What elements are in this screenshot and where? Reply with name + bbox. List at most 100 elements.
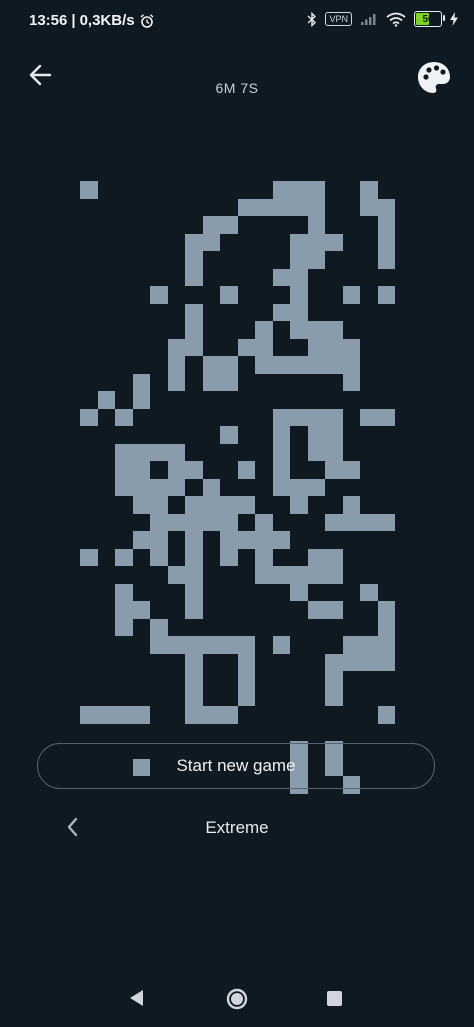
- board-cell[interactable]: [237, 653, 255, 671]
- board-cell[interactable]: [325, 461, 343, 479]
- board-cell[interactable]: [97, 706, 115, 724]
- board-cell[interactable]: [342, 636, 360, 654]
- board-cell[interactable]: [167, 636, 185, 654]
- board-cell[interactable]: [325, 548, 343, 566]
- board-cell[interactable]: [185, 251, 203, 269]
- board-cell[interactable]: [150, 443, 168, 461]
- board-cell[interactable]: [342, 373, 360, 391]
- board-cell[interactable]: [202, 706, 220, 724]
- board-cell[interactable]: [360, 653, 378, 671]
- board-cell[interactable]: [115, 583, 133, 601]
- board-cell[interactable]: [132, 531, 150, 549]
- board-cell[interactable]: [202, 356, 220, 374]
- board-cell[interactable]: [202, 233, 220, 251]
- board-cell[interactable]: [272, 181, 290, 199]
- board-cell[interactable]: [150, 496, 168, 514]
- board-cell[interactable]: [255, 548, 273, 566]
- board-cell[interactable]: [237, 688, 255, 706]
- board-cell[interactable]: [325, 688, 343, 706]
- start-new-game-button[interactable]: Start new game: [37, 743, 435, 789]
- board-cell[interactable]: [150, 513, 168, 531]
- board-cell[interactable]: [185, 548, 203, 566]
- board-cell[interactable]: [377, 653, 395, 671]
- board-cell[interactable]: [185, 601, 203, 619]
- board-cell[interactable]: [290, 286, 308, 304]
- board-cell[interactable]: [272, 198, 290, 216]
- board-cell[interactable]: [202, 636, 220, 654]
- board-cell[interactable]: [325, 356, 343, 374]
- board-cell[interactable]: [220, 286, 238, 304]
- board-cell[interactable]: [185, 636, 203, 654]
- board-cell[interactable]: [150, 636, 168, 654]
- board-cell[interactable]: [377, 251, 395, 269]
- board-cell[interactable]: [185, 706, 203, 724]
- board-cell[interactable]: [342, 338, 360, 356]
- board-cell[interactable]: [115, 461, 133, 479]
- nav-home-icon[interactable]: [225, 987, 249, 1011]
- board-cell[interactable]: [290, 566, 308, 584]
- board-cell[interactable]: [97, 391, 115, 409]
- board-cell[interactable]: [255, 198, 273, 216]
- board-cell[interactable]: [185, 338, 203, 356]
- board-cell[interactable]: [342, 286, 360, 304]
- board-cell[interactable]: [377, 618, 395, 636]
- board-cell[interactable]: [307, 426, 325, 444]
- board-cell[interactable]: [325, 443, 343, 461]
- board-cell[interactable]: [167, 478, 185, 496]
- board-cell[interactable]: [237, 531, 255, 549]
- board-cell[interactable]: [237, 461, 255, 479]
- board-cell[interactable]: [272, 461, 290, 479]
- board-cell[interactable]: [272, 356, 290, 374]
- board-cell[interactable]: [360, 636, 378, 654]
- board-cell[interactable]: [80, 548, 98, 566]
- board-cell[interactable]: [377, 636, 395, 654]
- board-cell[interactable]: [272, 303, 290, 321]
- board-cell[interactable]: [185, 461, 203, 479]
- board-cell[interactable]: [325, 513, 343, 531]
- board-cell[interactable]: [325, 566, 343, 584]
- board-cell[interactable]: [377, 216, 395, 234]
- board-cell[interactable]: [342, 513, 360, 531]
- board-cell[interactable]: [272, 566, 290, 584]
- board-cell[interactable]: [377, 286, 395, 304]
- board-cell[interactable]: [255, 566, 273, 584]
- board-cell[interactable]: [377, 601, 395, 619]
- board-cell[interactable]: [202, 513, 220, 531]
- board-cell[interactable]: [185, 233, 203, 251]
- board-cell[interactable]: [132, 443, 150, 461]
- board-cell[interactable]: [307, 198, 325, 216]
- board-cell[interactable]: [185, 513, 203, 531]
- board-cell[interactable]: [342, 356, 360, 374]
- board-cell[interactable]: [307, 356, 325, 374]
- board-cell[interactable]: [167, 356, 185, 374]
- board-cell[interactable]: [307, 566, 325, 584]
- board-cell[interactable]: [325, 426, 343, 444]
- board-cell[interactable]: [202, 496, 220, 514]
- board-cell[interactable]: [167, 461, 185, 479]
- board-cell[interactable]: [150, 548, 168, 566]
- board-cell[interactable]: [150, 286, 168, 304]
- nav-recents-icon[interactable]: [327, 991, 342, 1006]
- board-cell[interactable]: [237, 496, 255, 514]
- board-cell[interactable]: [80, 408, 98, 426]
- board-cell[interactable]: [132, 706, 150, 724]
- board-cell[interactable]: [360, 181, 378, 199]
- board-cell[interactable]: [290, 583, 308, 601]
- board-cell[interactable]: [167, 338, 185, 356]
- board-cell[interactable]: [185, 321, 203, 339]
- board-cell[interactable]: [115, 706, 133, 724]
- board-cell[interactable]: [150, 618, 168, 636]
- board-cell[interactable]: [220, 426, 238, 444]
- board-cell[interactable]: [342, 461, 360, 479]
- board-cell[interactable]: [237, 198, 255, 216]
- board-cell[interactable]: [325, 408, 343, 426]
- board-cell[interactable]: [290, 356, 308, 374]
- board-cell[interactable]: [220, 496, 238, 514]
- board-cell[interactable]: [307, 321, 325, 339]
- board-cell[interactable]: [342, 653, 360, 671]
- board-cell[interactable]: [237, 671, 255, 689]
- board-cell[interactable]: [360, 513, 378, 531]
- board-cell[interactable]: [220, 548, 238, 566]
- board-cell[interactable]: [307, 181, 325, 199]
- board-cell[interactable]: [115, 548, 133, 566]
